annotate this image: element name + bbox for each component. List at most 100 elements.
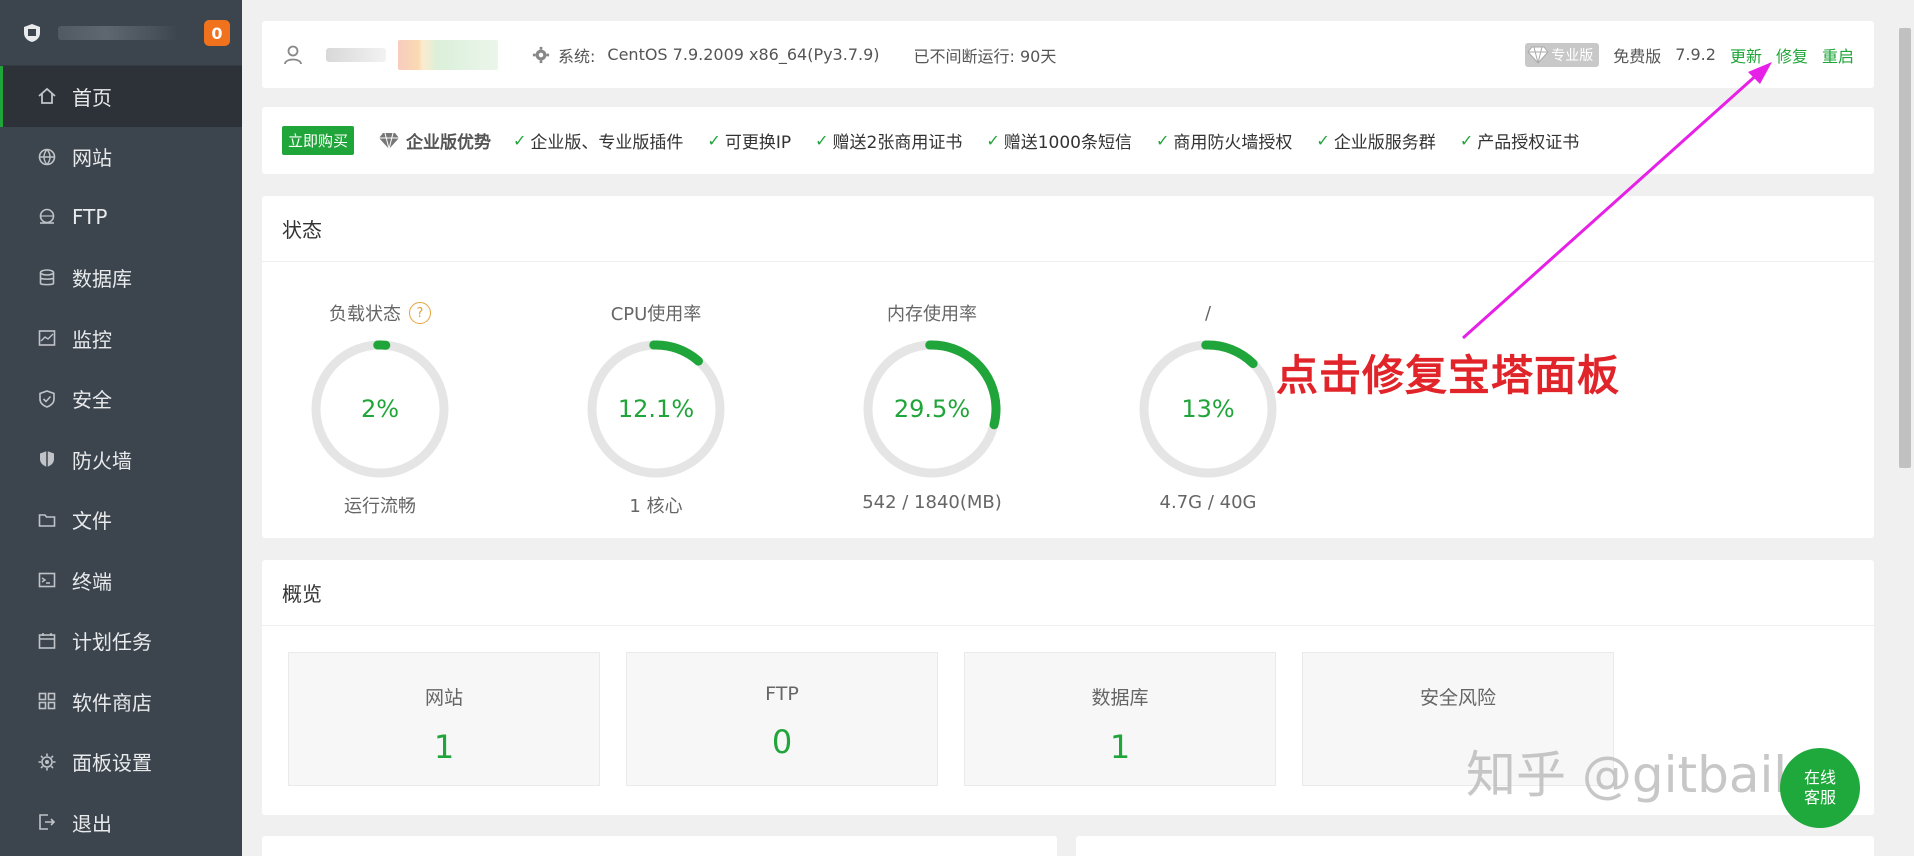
gauge-label: / xyxy=(1135,300,1281,326)
status-panel: 状态 负载状态? 2% 运行流畅 CPU使用率 12.1% 1 核心 内存使用率 29.5% 5… xyxy=(262,196,1874,538)
overview-card[interactable]: FTP 0 xyxy=(626,652,938,786)
sidebar-header: 0 xyxy=(0,0,242,66)
overview-card-label: 安全风险 xyxy=(1419,687,1496,709)
help-icon[interactable]: ? xyxy=(409,302,431,324)
gear-icon xyxy=(36,751,58,773)
promo-item-label: 商用防火墙授权 xyxy=(1173,133,1293,153)
sidebar-item-2[interactable]: FTP xyxy=(0,187,242,248)
sidebar-item-label: 首页 xyxy=(72,85,112,110)
gauge-ring: 12.1% xyxy=(583,336,729,482)
system-label: 系统: xyxy=(558,46,596,66)
overview-card-label: FTP xyxy=(765,683,799,705)
ip-blurred xyxy=(398,39,498,70)
promo-item: ✓ 企业版、专业版插件 xyxy=(513,128,683,153)
gauge-subtext: 542 / 1840(MB) xyxy=(862,492,1002,513)
sidebar-item-1[interactable]: 网站 xyxy=(0,127,242,188)
calendar-icon xyxy=(36,630,58,652)
enterprise-promo-bar: 立即购买 企业版优势 ✓ 企业版、专业版插件 ✓ 可更换IP ✓ 赠送2张商用证书 ✓ 赠送1… xyxy=(262,107,1874,174)
gauge-subtext: 1 核心 xyxy=(629,496,683,517)
promo-item-label: 赠送1000条短信 xyxy=(1003,133,1132,153)
gauge-ring: 13% xyxy=(1135,336,1281,482)
checkmark-icon: ✓ xyxy=(815,131,829,150)
gauge-ring: 29.5% xyxy=(859,336,1005,482)
overview-card-label: 网站 xyxy=(424,687,463,709)
gauge-value: 12.1% xyxy=(617,395,695,423)
sidebar-item-label: FTP xyxy=(72,205,108,230)
enterprise-advantages-label: 企业版优势 xyxy=(406,133,492,153)
overview-card-value: 0 xyxy=(771,723,793,761)
online-support-button[interactable]: 在线 客服 xyxy=(1780,748,1860,828)
status-gauge[interactable]: 负载状态? 2% 运行流畅 xyxy=(307,300,583,518)
sidebar-item-12[interactable]: 退出 xyxy=(0,792,242,853)
promo-item-label: 产品授权证书 xyxy=(1477,133,1580,153)
sidebar-item-label: 安全 xyxy=(72,388,112,413)
sidebar-item-11[interactable]: 面板设置 xyxy=(0,732,242,793)
restart-link[interactable]: 重启 xyxy=(1822,43,1854,67)
message-badge[interactable]: 0 xyxy=(204,20,230,46)
version-text: 7.9.2 xyxy=(1675,45,1716,64)
sidebar-item-label: 软件商店 xyxy=(72,690,152,715)
gauge-value: 29.5% xyxy=(893,395,971,423)
gear-icon xyxy=(532,46,550,64)
promo-item: ✓ 产品授权证书 xyxy=(1460,128,1579,153)
gauge-label-text: 负载状态 xyxy=(329,304,401,325)
sidebar-item-9[interactable]: 计划任务 xyxy=(0,611,242,672)
repair-link[interactable]: 修复 xyxy=(1776,43,1808,67)
username-blurred xyxy=(326,47,386,62)
page-scrollbar[interactable] xyxy=(1896,0,1914,856)
terminal-icon xyxy=(36,569,58,591)
sidebar-item-8[interactable]: 终端 xyxy=(0,550,242,611)
gauge-subtext: 运行流畅 xyxy=(344,496,416,517)
home-icon xyxy=(36,85,58,107)
database-icon xyxy=(36,267,58,289)
promo-item-label: 赠送2张商用证书 xyxy=(832,133,963,153)
gauge-label-text: 内存使用率 xyxy=(887,304,977,325)
overview-card-value: 1 xyxy=(1109,728,1131,766)
status-gauge[interactable]: CPU使用率 12.1% 1 核心 xyxy=(583,300,859,518)
bottom-panel-left xyxy=(262,836,1057,856)
overview-title: 概览 xyxy=(262,560,1874,626)
annotation-text: 点击修复宝塔面板 xyxy=(1276,351,1621,400)
promo-item: ✓ 赠送2张商用证书 xyxy=(815,128,962,153)
shield-check-icon xyxy=(36,388,58,410)
sidebar-item-label: 文件 xyxy=(72,509,112,534)
scrollbar-thumb[interactable] xyxy=(1899,28,1911,468)
promo-item-label: 可更换IP xyxy=(724,133,792,153)
bt-logo-icon xyxy=(22,23,42,43)
promo-item: ✓ 企业版服务群 xyxy=(1316,128,1435,153)
system-value: CentOS 7.9.2009 x86_64(Py3.7.9) xyxy=(607,45,880,64)
sidebar-item-6[interactable]: 防火墙 xyxy=(0,429,242,490)
chat-line1: 在线 xyxy=(1803,768,1836,787)
status-gauge[interactable]: / 13% 4.7G / 40G xyxy=(1135,300,1411,518)
ftp-icon xyxy=(36,206,58,228)
gauge-subtext: 4.7G / 40G xyxy=(1159,492,1257,513)
promo-item-label: 企业版服务群 xyxy=(1333,133,1436,153)
edition-text: 免费版 xyxy=(1613,46,1662,66)
sidebar-item-0[interactable]: 首页 xyxy=(0,66,242,127)
folder-icon xyxy=(36,509,58,531)
overview-card-label: 数据库 xyxy=(1091,687,1149,709)
bottom-panel-right xyxy=(1076,836,1874,856)
sidebar-item-10[interactable]: 软件商店 xyxy=(0,671,242,732)
checkmark-icon: ✓ xyxy=(986,131,1000,150)
status-gauge[interactable]: 内存使用率 29.5% 542 / 1840(MB) xyxy=(859,300,1135,518)
checkmark-icon: ✓ xyxy=(513,131,527,150)
sidebar-item-label: 退出 xyxy=(72,811,112,836)
overview-card[interactable]: 网站 1 xyxy=(288,652,600,786)
update-link[interactable]: 更新 xyxy=(1730,43,1762,67)
sidebar-item-5[interactable]: 安全 xyxy=(0,369,242,430)
pro-badge[interactable]: 专业版 xyxy=(1525,42,1600,67)
buy-now-button[interactable]: 立即购买 xyxy=(282,126,355,155)
overview-card[interactable]: 数据库 1 xyxy=(964,652,1276,786)
promo-item: ✓ 商用防火墙授权 xyxy=(1156,128,1292,153)
checkmark-icon: ✓ xyxy=(1156,131,1170,150)
host-name-blurred xyxy=(58,25,178,40)
sidebar-item-3[interactable]: 数据库 xyxy=(0,248,242,309)
monitor-icon xyxy=(36,327,58,349)
zhihu-watermark: 知乎 @gitbaike xyxy=(1466,746,1832,804)
sidebar-item-4[interactable]: 监控 xyxy=(0,308,242,369)
top-header: 系统: CentOS 7.9.2009 x86_64(Py3.7.9) 已不间断… xyxy=(262,21,1874,88)
sidebar-item-label: 面板设置 xyxy=(72,751,152,776)
sidebar-item-7[interactable]: 文件 xyxy=(0,490,242,551)
promo-item-label: 企业版、专业版插件 xyxy=(530,133,684,153)
